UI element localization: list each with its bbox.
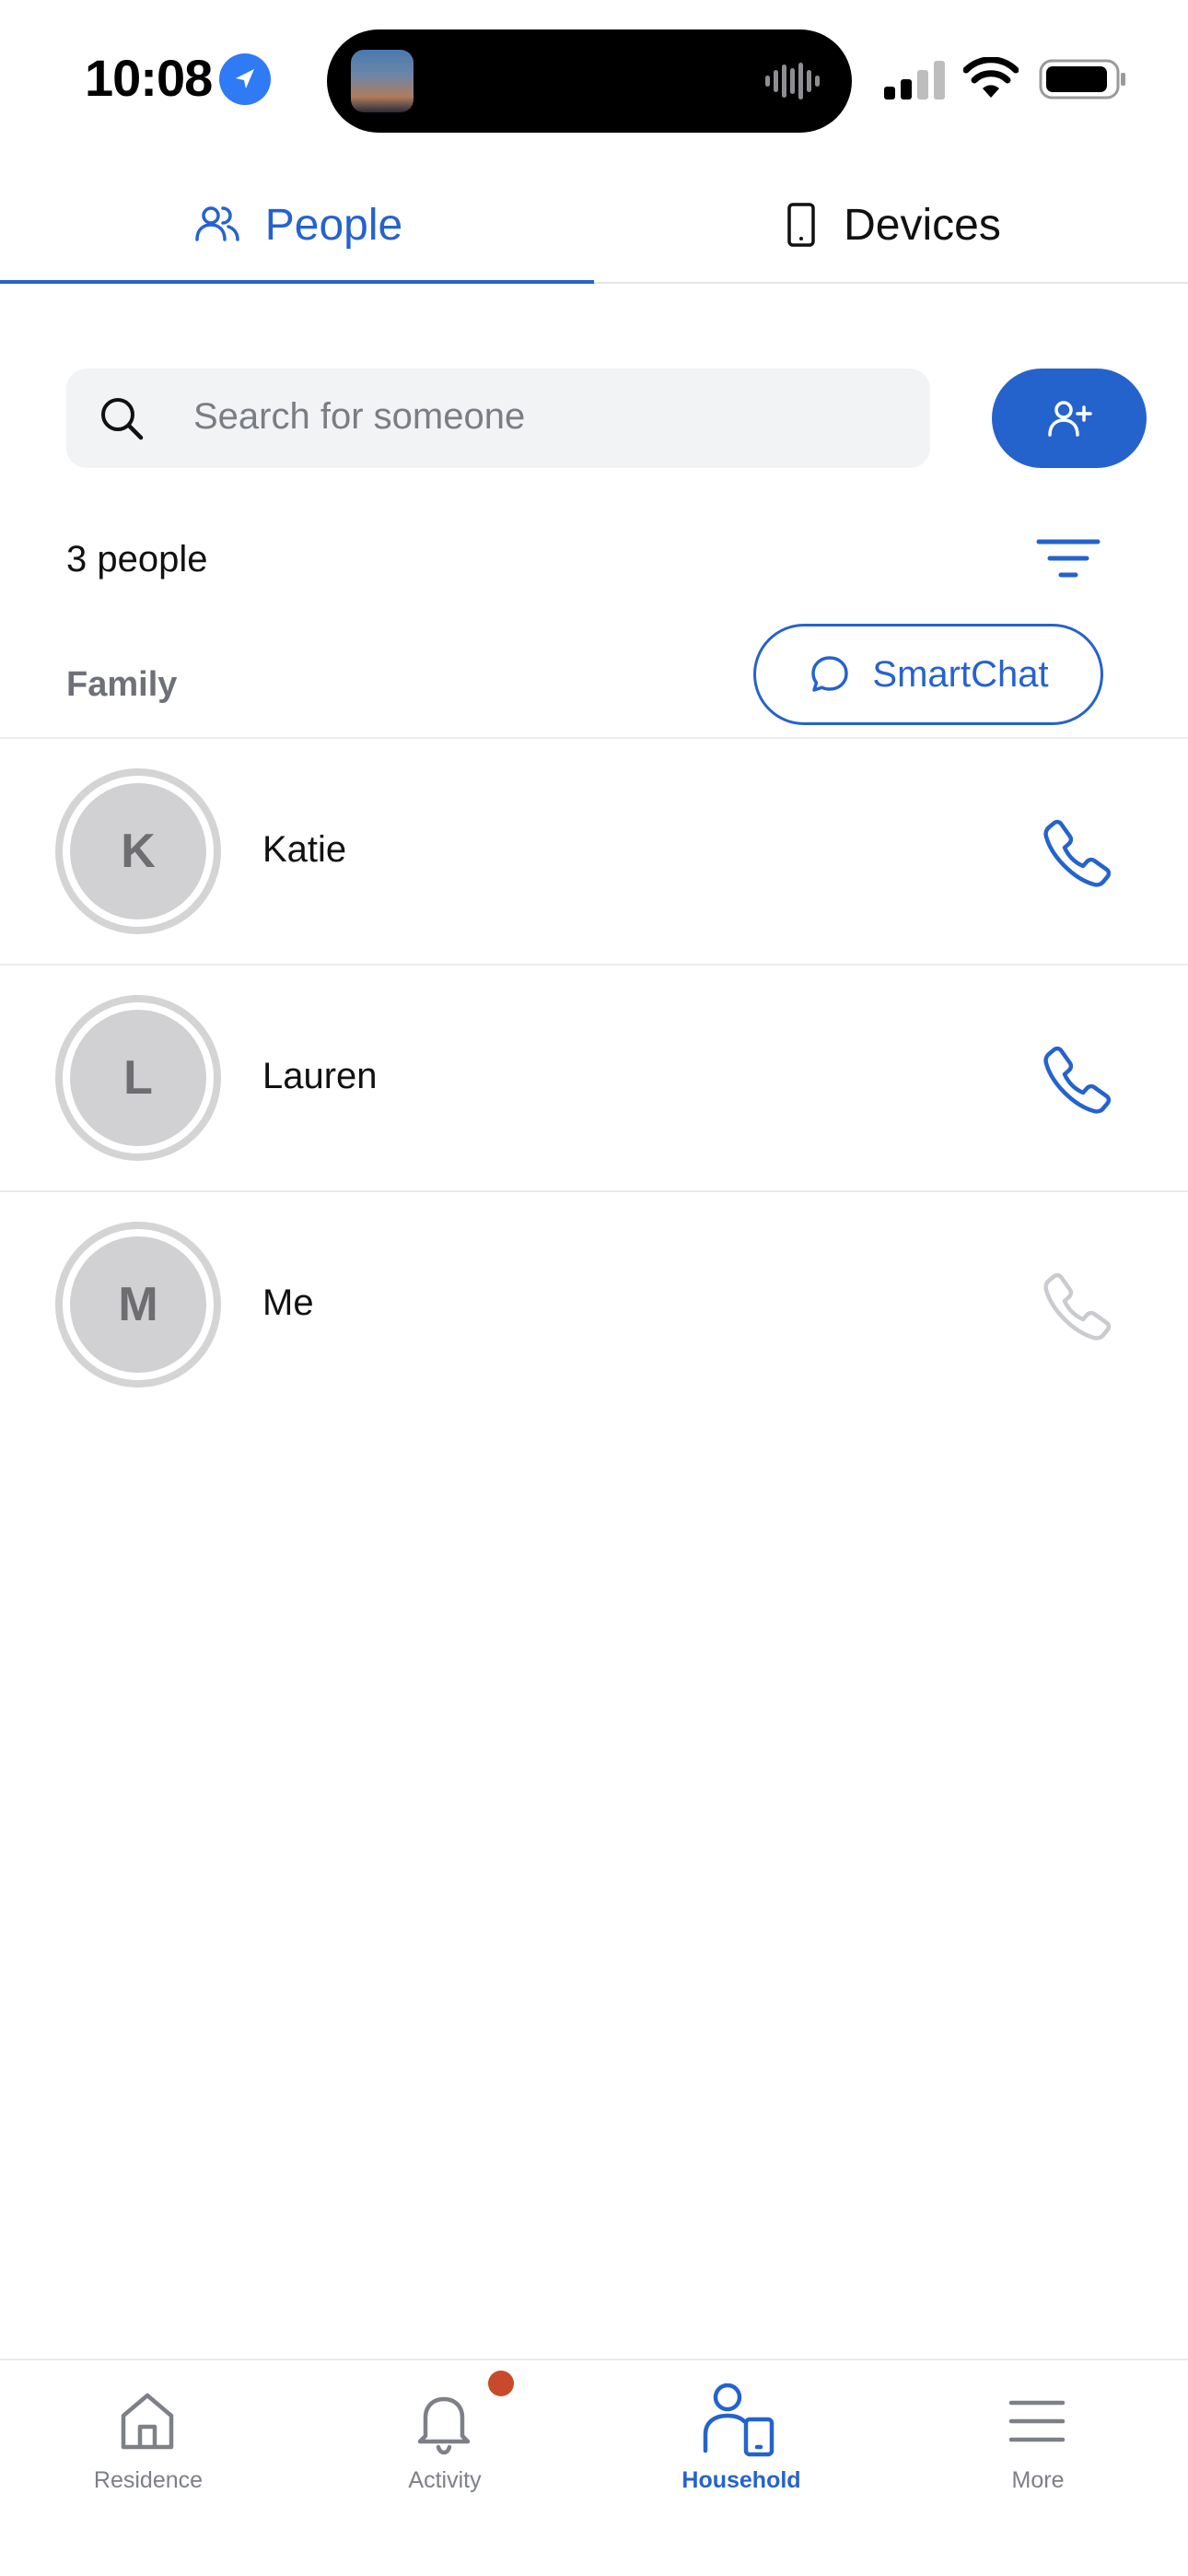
- nav-household-label: Household: [681, 2467, 801, 2493]
- avatar-initial: L: [70, 1010, 206, 1146]
- person-row-me[interactable]: M Me: [0, 1190, 1188, 1417]
- call-phone-icon-disabled: [1043, 1272, 1112, 1341]
- search-icon: [101, 398, 144, 440]
- tab-devices-label: Devices: [844, 200, 1001, 250]
- tab-people[interactable]: People: [0, 166, 594, 284]
- avatar: M: [55, 1222, 221, 1388]
- location-arrow-icon: [219, 53, 271, 105]
- home-icon: [121, 2393, 174, 2450]
- avatar: K: [55, 768, 221, 934]
- dynamic-island[interactable]: [327, 29, 852, 133]
- avatar-initial: K: [70, 783, 206, 919]
- add-person-icon: [1048, 401, 1092, 437]
- nav-activity-label: Activity: [408, 2467, 482, 2493]
- active-tab-indicator: [0, 280, 594, 284]
- people-count: 3 people: [66, 539, 208, 580]
- group-header-family: Family: [66, 665, 178, 704]
- nav-residence[interactable]: Residence: [0, 2360, 297, 2545]
- people-icon: [195, 206, 239, 241]
- person-row-lauren[interactable]: L Lauren: [0, 964, 1188, 1190]
- tab-devices[interactable]: Devices: [594, 166, 1188, 284]
- add-person-button[interactable]: [992, 369, 1147, 468]
- search-input[interactable]: Search for someone: [66, 369, 930, 468]
- person-name: Lauren: [262, 1056, 378, 1096]
- avatar: L: [55, 995, 221, 1161]
- call-phone-icon[interactable]: [1041, 1043, 1114, 1117]
- nav-more-label: More: [1011, 2467, 1065, 2493]
- household-icon: [703, 2383, 775, 2457]
- audio-waveform-icon: [765, 63, 820, 100]
- menu-icon: [1008, 2400, 1066, 2442]
- person-name: Katie: [262, 829, 347, 870]
- person-name: Me: [262, 1282, 314, 1323]
- bell-icon: [417, 2396, 471, 2455]
- nav-more[interactable]: More: [890, 2360, 1186, 2545]
- call-phone-icon[interactable]: [1041, 816, 1114, 890]
- smartchat-button[interactable]: SmartChat: [753, 624, 1103, 725]
- smartchat-label: SmartChat: [872, 653, 1049, 695]
- nav-household[interactable]: Household: [593, 2360, 890, 2545]
- nav-residence-label: Residence: [93, 2467, 204, 2493]
- phone-device-icon: [787, 203, 815, 247]
- chat-bubble-icon: [811, 656, 849, 692]
- tab-people-label: People: [264, 200, 403, 250]
- wifi-icon: [963, 57, 1019, 98]
- status-bar: 10:08: [0, 0, 1188, 147]
- person-row-katie[interactable]: K Katie: [0, 737, 1188, 964]
- cellular-signal-icon: [884, 61, 945, 100]
- search-placeholder: Search for someone: [193, 396, 526, 437]
- status-time: 10:08: [85, 49, 213, 107]
- top-tab-bar: People Devices: [0, 166, 1188, 284]
- nav-activity[interactable]: Activity: [297, 2360, 593, 2545]
- filter-icon[interactable]: [1035, 536, 1101, 588]
- now-playing-artwork: [351, 50, 413, 112]
- avatar-initial: M: [70, 1236, 206, 1373]
- notification-badge: [488, 2371, 514, 2396]
- battery-icon: [1039, 59, 1125, 100]
- bottom-navigation: Residence Activity Household More: [0, 2359, 1188, 2576]
